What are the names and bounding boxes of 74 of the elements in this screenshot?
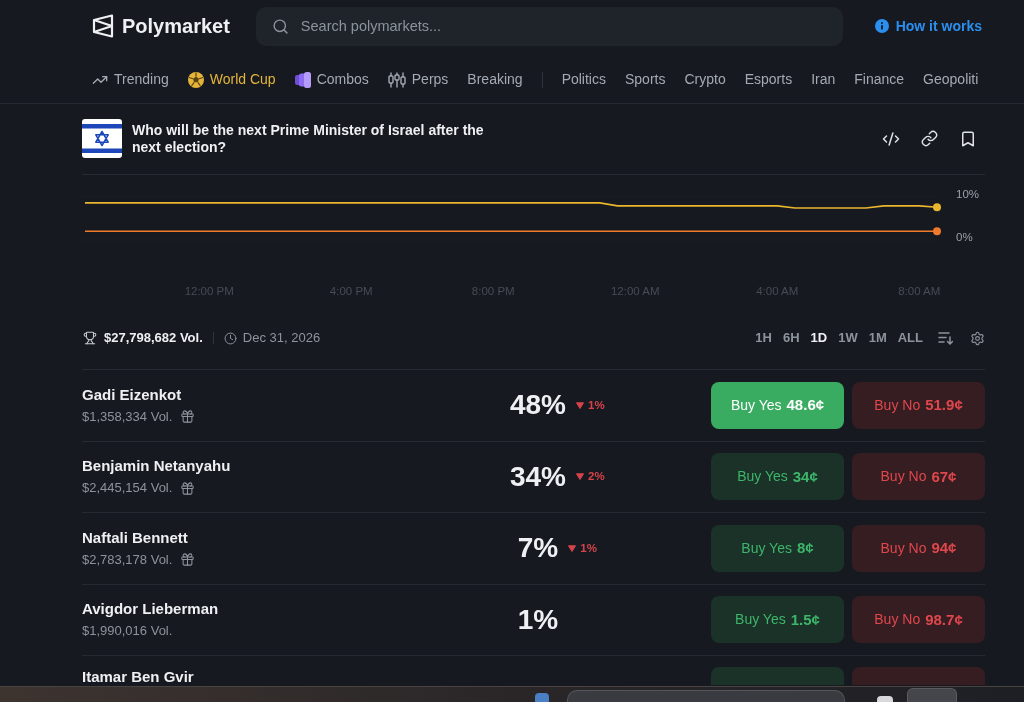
candlestick-icon bbox=[387, 71, 406, 88]
category-link[interactable]: Sports bbox=[625, 69, 666, 90]
candidate-name: Avigdor Lieberman bbox=[82, 600, 220, 619]
chance-percent: 7% bbox=[517, 532, 559, 565]
total-volume: $27,798,682 Vol. bbox=[104, 329, 203, 348]
search-field[interactable]: Search polymarkets... bbox=[255, 6, 843, 46]
how-it-works-link[interactable]: How it works bbox=[895, 15, 982, 37]
settings-button[interactable] bbox=[970, 330, 985, 346]
axis-label: 0% bbox=[956, 231, 973, 244]
buy-yes-button[interactable]: Buy Yes 48.6¢ bbox=[711, 381, 844, 429]
buy-yes-button[interactable]: Buy Yes 1.5¢ bbox=[711, 596, 844, 644]
candidate-name: Naftali Bennett bbox=[82, 528, 189, 547]
brand-name: Polymarket bbox=[122, 14, 230, 39]
change-value: 2% bbox=[588, 469, 605, 485]
category-link[interactable]: Geopoliti bbox=[923, 69, 979, 90]
timeframe-tab[interactable]: 1M bbox=[868, 328, 887, 348]
link-icon bbox=[921, 130, 938, 147]
market-title: Who will be the next Prime Minister of Israel after the next election? bbox=[132, 121, 485, 156]
buy-no-button[interactable]: Buy No 51.9¢ bbox=[852, 381, 985, 429]
line-end-dot bbox=[933, 203, 941, 212]
category-link[interactable]: Finance bbox=[854, 69, 905, 90]
app-icon[interactable] bbox=[877, 696, 893, 702]
info-icon bbox=[874, 19, 889, 33]
change-value: 1% bbox=[580, 540, 597, 556]
taskbar-search-field[interactable] bbox=[567, 690, 845, 702]
candidate-volume: $2,445,154 Vol. bbox=[82, 480, 173, 497]
settings-icon bbox=[970, 330, 985, 346]
buy-no-button[interactable]: Buy No 94¢ bbox=[852, 524, 985, 572]
stacked-cards-icon bbox=[294, 71, 311, 88]
nav-link[interactable]: World Cup bbox=[209, 69, 276, 90]
buy-yes-button[interactable]: Buy Yes 8¢ bbox=[711, 524, 844, 572]
category-link[interactable]: Politics bbox=[561, 69, 606, 90]
logo-icon bbox=[92, 14, 114, 38]
candidate-name: Benjamin Netanyahu bbox=[82, 457, 232, 476]
app-icon[interactable] bbox=[535, 693, 549, 702]
line-end-dot bbox=[933, 227, 941, 236]
chance-percent: 48% bbox=[509, 389, 566, 422]
bookmark-icon bbox=[959, 129, 977, 148]
timeframe-tab[interactable]: ALL bbox=[897, 328, 923, 348]
change-value: 1% bbox=[588, 397, 605, 413]
trophy-icon bbox=[83, 331, 97, 345]
axis-label: 10% bbox=[956, 188, 980, 201]
candidate-volume: $1,358,334 Vol. bbox=[82, 408, 173, 425]
nav-link[interactable]: Trending bbox=[114, 69, 169, 90]
nav-link[interactable]: Perps bbox=[411, 69, 449, 90]
nav-link[interactable]: Breaking bbox=[467, 69, 523, 90]
candidate-volume: $1,990,016 Vol. bbox=[82, 623, 173, 640]
candidate-name: Itamar Ben Gvir bbox=[82, 669, 195, 685]
sort-button[interactable] bbox=[938, 331, 953, 345]
code-icon bbox=[882, 129, 900, 148]
timeframe-tab[interactable]: 1H bbox=[755, 328, 772, 348]
candidate-name: Gadi Eizenkot bbox=[82, 385, 183, 404]
category-link[interactable]: Iran bbox=[811, 69, 836, 90]
bookmark-button[interactable] bbox=[959, 129, 977, 148]
category-link[interactable]: Esports bbox=[744, 69, 793, 90]
timeframe-tab[interactable]: 6H bbox=[782, 328, 800, 348]
buy-no-button[interactable]: Buy No 67¢ bbox=[852, 453, 985, 501]
candidate-volume: $2,783,178 Vol. bbox=[82, 551, 173, 568]
buy-yes-button[interactable]: Buy Yes 34¢ bbox=[711, 453, 844, 501]
nav-link[interactable]: Combos bbox=[316, 69, 369, 90]
chance-percent: 34% bbox=[509, 460, 566, 493]
search-icon bbox=[271, 17, 289, 35]
sort-icon bbox=[938, 331, 953, 345]
flag-icon bbox=[82, 119, 122, 158]
timeframe-tab[interactable]: 1W bbox=[838, 328, 858, 348]
ball-icon bbox=[187, 71, 204, 88]
buy-no-button[interactable]: Buy No 98.7¢ bbox=[852, 596, 985, 644]
category-link[interactable]: Crypto bbox=[684, 69, 726, 90]
timeframe-tab[interactable]: 1D bbox=[810, 328, 828, 348]
copy-link-button[interactable] bbox=[921, 130, 938, 147]
end-date: Dec 31, 2026 bbox=[242, 329, 321, 348]
embed-button[interactable] bbox=[882, 129, 900, 148]
clock-icon bbox=[223, 331, 237, 345]
chance-percent: 1% bbox=[517, 603, 559, 636]
